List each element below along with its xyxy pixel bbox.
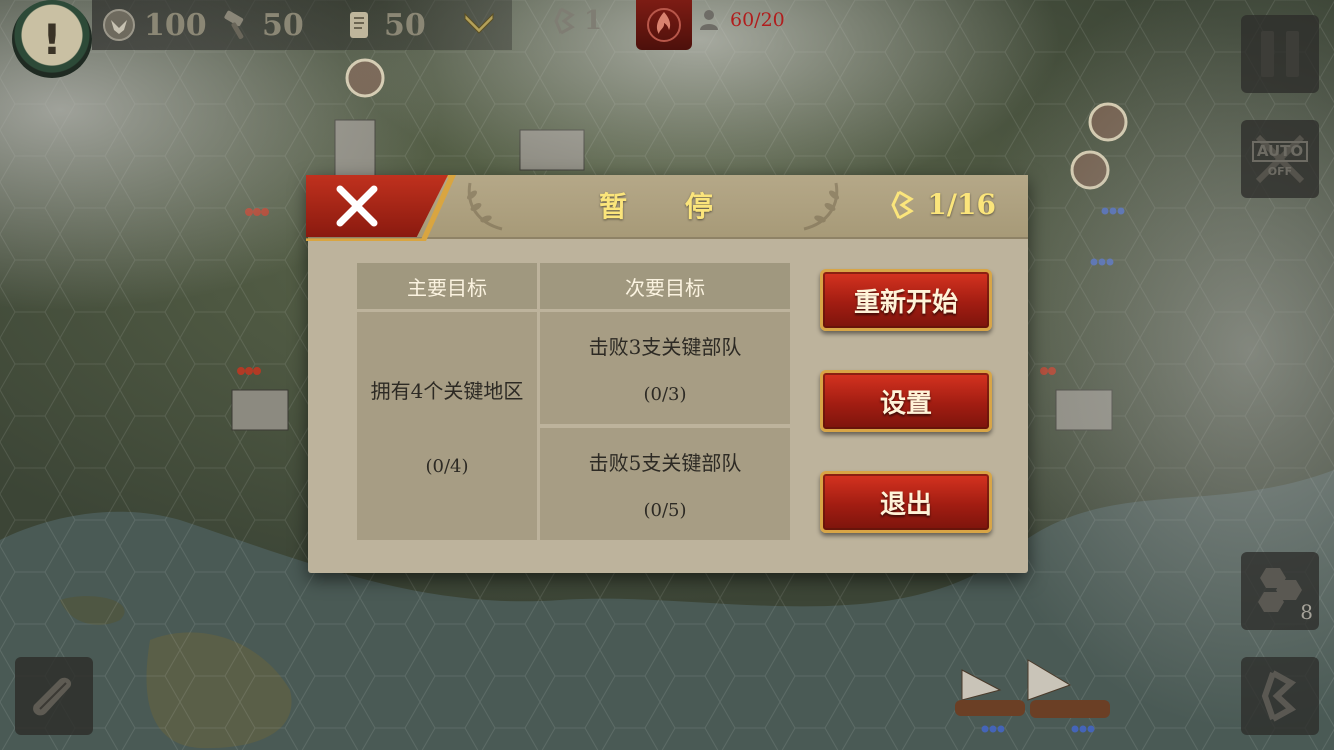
strategy-points-value: 1 (584, 6, 603, 36)
auto-state: OFF (1267, 165, 1293, 178)
objective-text: 击败5支关键部队 (588, 451, 742, 475)
lightning-icon (891, 190, 915, 219)
resource-scroll[interactable]: 50 (342, 6, 426, 44)
objectives-table: 主要目标 次要目标 拥有4个关键地区 (0/4) 击败3支关键部队 (0/3) … (357, 263, 790, 540)
person-icon (700, 10, 718, 30)
laurel-right-icon (803, 182, 839, 231)
scroll-button[interactable] (15, 657, 93, 735)
primary-objective-header: 主要目标 (357, 263, 537, 309)
primary-objective: 拥有4个关键地区 (0/4) (357, 312, 537, 540)
auto-toggle-button[interactable]: AUTO OFF (1241, 120, 1319, 198)
turn-counter: 1/16 (889, 188, 996, 221)
close-icon (336, 185, 378, 227)
hammer-icon (224, 10, 244, 40)
hex-count: 8 (1300, 600, 1313, 624)
population-value: 60/20 (730, 9, 785, 31)
population[interactable]: 60/20 (698, 8, 785, 32)
strategy-button[interactable] (1241, 657, 1319, 735)
resource-gold[interactable]: 100 (102, 6, 207, 44)
strategy-points[interactable]: 1 (552, 6, 602, 36)
settings-button[interactable]: 设置 (820, 370, 992, 432)
secondary-objective-header: 次要目标 (540, 263, 790, 309)
exit-button[interactable]: 退出 (820, 471, 992, 533)
gold-value: 100 (144, 7, 207, 43)
secondary-objective: 击败5支关键部队 (0/5) (540, 428, 790, 540)
hex-overview-button[interactable]: 8 (1241, 552, 1319, 630)
scroll-icon (350, 12, 368, 38)
objective-progress: (0/5) (643, 500, 687, 521)
dialog-title: 暂 停 (599, 190, 737, 223)
pause-button[interactable] (1241, 15, 1319, 93)
fire-icon (647, 8, 681, 42)
exclamation-icon: ! (42, 14, 62, 64)
turn-value: 1/16 (927, 188, 996, 221)
objective-text: 拥有4个关键地区 (370, 379, 524, 403)
rolled-scroll-icon (33, 677, 72, 716)
industry-value: 50 (262, 7, 304, 43)
restart-button[interactable]: 重新开始 (820, 269, 992, 331)
pause-icon (1261, 31, 1299, 77)
auto-label: AUTO (1251, 141, 1309, 162)
secondary-objective: 击败3支关键部队 (0/3) (540, 312, 790, 424)
lightning-rune-icon (1261, 670, 1297, 722)
resource-industry[interactable]: 50 (220, 6, 304, 44)
objective-text: 击败3支关键部队 (588, 335, 742, 359)
objective-progress: (0/3) (643, 384, 687, 405)
scroll-value: 50 (384, 7, 426, 43)
pause-dialog: 暂 停 1/16 主要目标 次要目标 拥有4个关键地区 (0/4) 击败3支关键… (306, 175, 1028, 573)
chevron-down-icon[interactable] (462, 8, 496, 38)
lightning-icon (554, 7, 575, 35)
laurel-left-icon (467, 182, 503, 231)
eagle-emblem-icon (103, 9, 135, 41)
faction-badge[interactable] (636, 0, 692, 50)
objective-progress: (0/4) (425, 456, 469, 477)
top-resource-bar: ! 100 50 50 1 60/20 (0, 0, 800, 78)
alert-button[interactable]: ! (12, 0, 92, 78)
